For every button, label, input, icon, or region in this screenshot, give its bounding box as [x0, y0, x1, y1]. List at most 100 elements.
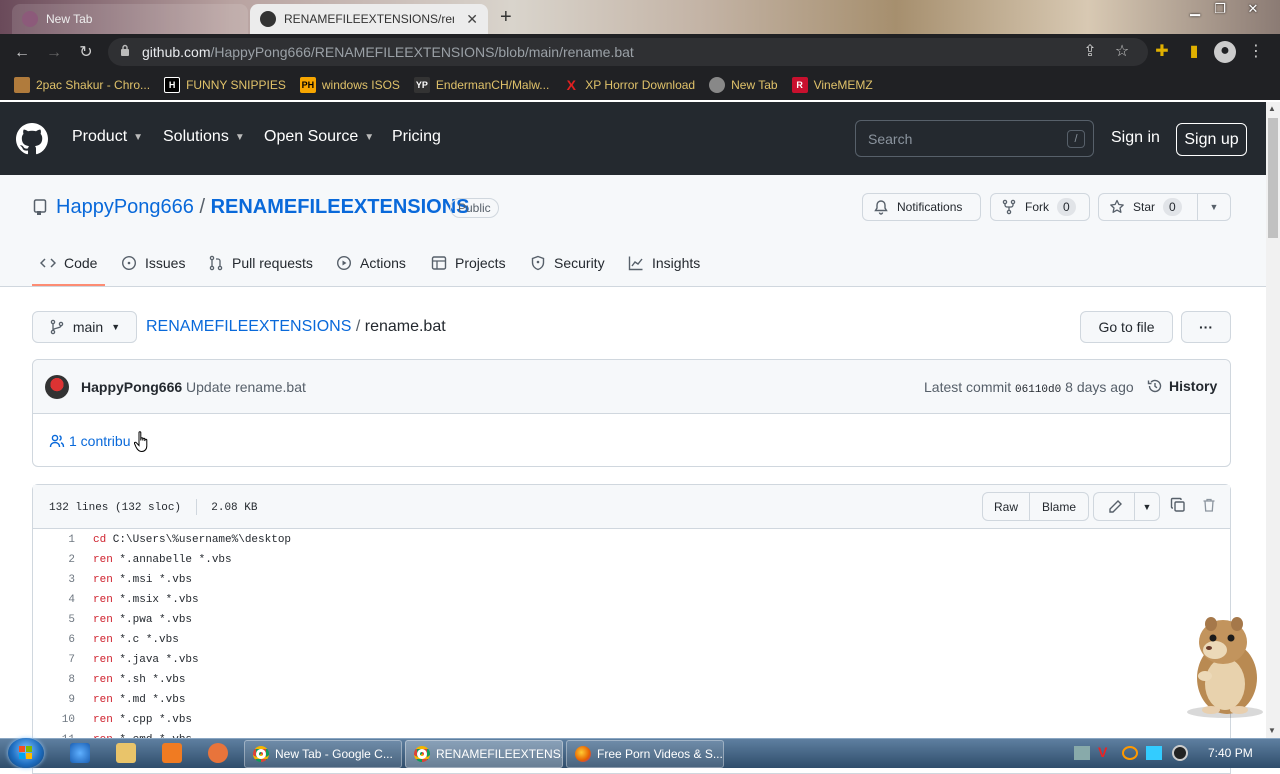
nav-open-source[interactable]: Open Source ▼	[264, 128, 374, 146]
bookmark-star-icon[interactable]: ☆	[1112, 42, 1132, 62]
tray-volume-icon[interactable]	[1172, 745, 1188, 761]
copy-icon[interactable]	[1170, 497, 1186, 513]
window-close-icon[interactable]: ✕	[1238, 0, 1268, 20]
browser-tab-newtab[interactable]: New Tab	[12, 4, 248, 34]
folder-icon[interactable]	[116, 743, 136, 763]
tray-search-icon[interactable]	[1122, 746, 1138, 760]
browser-tab-active[interactable]: RENAMEFILEEXTENSIONS/renam ✕	[250, 4, 488, 34]
edit-dropdown-button[interactable]: ▼	[1134, 492, 1160, 521]
browser-menu-icon[interactable]: ⋮	[1246, 42, 1266, 62]
sign-in-link[interactable]: Sign in	[1111, 129, 1160, 147]
app-shortcut-icon[interactable]	[208, 743, 228, 763]
bookmark-label: 2pac Shakur - Chro...	[36, 78, 151, 92]
maximize-icon[interactable]: ❐	[1205, 0, 1235, 20]
tab-code[interactable]: Code	[40, 255, 97, 271]
star-button[interactable]: Star 0	[1098, 193, 1198, 221]
taskbar-window-chrome-newtab[interactable]: New Tab - Google C...	[244, 740, 402, 768]
media-player-icon[interactable]	[162, 743, 182, 763]
bookmark-item[interactable]: H FUNNY SNIPPIES	[164, 77, 286, 93]
bookmark-item[interactable]: PH windows ISOS	[299, 77, 400, 93]
commit-message-link[interactable]: Update rename.bat	[186, 379, 306, 395]
nav-product[interactable]: Product ▼	[72, 128, 143, 146]
bookmark-item[interactable]: New Tab	[709, 77, 778, 93]
star-dropdown-button[interactable]: ▼	[1197, 193, 1231, 221]
breadcrumb-repo-link[interactable]: RENAMEFILEEXTENSIONS	[146, 318, 351, 335]
github-logo-icon[interactable]	[16, 123, 48, 155]
fork-button[interactable]: Fork 0	[990, 193, 1090, 221]
back-arrow-icon[interactable]: ←	[12, 43, 32, 63]
address-bar[interactable]: github.com/HappyPong666/RENAMEFILEEXTENS…	[108, 38, 1148, 66]
tray-display-icon[interactable]	[1146, 746, 1162, 760]
taskbar-clock[interactable]: 7:40 PM	[1208, 746, 1253, 760]
tab-issues[interactable]: Issues	[121, 255, 185, 271]
taskbar-window-chrome-github[interactable]: RENAMEFILEEXTENS...	[405, 740, 563, 768]
fork-icon	[1002, 199, 1016, 215]
line-number[interactable]: 1	[33, 530, 75, 550]
profile-avatar-icon[interactable]: ●	[1214, 41, 1236, 63]
line-number[interactable]: 10	[33, 710, 75, 730]
share-icon[interactable]: ⇪	[1080, 42, 1100, 62]
go-to-file-button[interactable]: Go to file	[1080, 311, 1173, 343]
line-number[interactable]: 4	[33, 590, 75, 610]
search-input[interactable]: Search /	[855, 120, 1094, 157]
repo-name-link[interactable]: RENAMEFILEEXTENSIONS	[211, 196, 470, 218]
tab-insights[interactable]: Insights	[628, 255, 700, 271]
side-panel-icon[interactable]: ▮	[1184, 42, 1204, 62]
repo-owner-link[interactable]: HappyPong666	[56, 196, 194, 218]
bookmark-label: windows ISOS	[321, 78, 400, 92]
scroll-down-icon[interactable]: ▼	[1268, 726, 1276, 735]
bookmark-item[interactable]: X XP Horror Download	[563, 77, 696, 93]
tab-actions[interactable]: Actions	[336, 255, 406, 271]
nav-label: Open Source	[264, 128, 359, 145]
url-path: /HappyPong666/RENAMEFILEEXTENSIONS/blob/…	[210, 44, 634, 60]
new-tab-icon[interactable]: +	[500, 6, 512, 29]
bookmark-item[interactable]: YP EndermanCH/Malw...	[413, 77, 550, 93]
bookmark-label: EndermanCH/Malw...	[435, 78, 550, 92]
tab-label: Issues	[145, 255, 186, 271]
line-number[interactable]: 2	[33, 550, 75, 570]
tray-network-icon[interactable]	[1074, 746, 1090, 760]
trash-icon[interactable]	[1201, 497, 1217, 513]
line-number[interactable]: 9	[33, 690, 75, 710]
taskbar-window-firefox[interactable]: Free Porn Videos & S...	[566, 740, 724, 768]
nav-pricing[interactable]: Pricing	[392, 128, 441, 146]
bookmark-item[interactable]: 2pac Shakur - Chro...	[14, 77, 150, 93]
bell-icon	[874, 200, 888, 215]
branch-select-button[interactable]: main ▼	[32, 311, 137, 343]
code-text: *.java *.vbs	[112, 654, 199, 666]
edit-button[interactable]	[1093, 492, 1135, 521]
history-link[interactable]: History	[1147, 378, 1217, 394]
close-tab-icon[interactable]: ✕	[466, 11, 478, 28]
reload-icon[interactable]: ↻	[76, 43, 96, 63]
scrollbar-thumb[interactable]	[1268, 118, 1278, 238]
internet-explorer-icon[interactable]	[70, 743, 90, 763]
stats-divider	[195, 499, 197, 515]
bookmark-item[interactable]: R VineMEMZ	[791, 77, 873, 93]
line-number[interactable]: 3	[33, 570, 75, 590]
more-options-button[interactable]: ···	[1181, 311, 1231, 343]
line-number[interactable]: 7	[33, 650, 75, 670]
commit-author-link[interactable]: HappyPong666	[81, 379, 182, 395]
scroll-up-icon[interactable]: ▲	[1268, 104, 1276, 113]
contributors-link[interactable]: 1 contribu	[49, 433, 130, 449]
tab-security[interactable]: Security	[530, 255, 605, 271]
line-number[interactable]: 6	[33, 630, 75, 650]
start-button[interactable]	[8, 738, 44, 768]
line-source: ren *.msi *.vbs	[93, 570, 192, 590]
forward-arrow-icon[interactable]: →	[44, 43, 64, 63]
code-keyword: ren	[93, 614, 113, 626]
extensions-icon[interactable]: ✚	[1152, 42, 1172, 62]
line-number[interactable]: 5	[33, 610, 75, 630]
tray-antivirus-icon[interactable]: V	[1098, 744, 1107, 760]
nav-solutions[interactable]: Solutions ▼	[163, 128, 245, 146]
sign-up-button[interactable]: Sign up	[1176, 123, 1247, 156]
line-source: ren *.pwa *.vbs	[93, 610, 192, 630]
notifications-button[interactable]: Notifications	[862, 193, 981, 221]
tab-projects[interactable]: Projects	[431, 255, 506, 271]
line-number[interactable]: 8	[33, 670, 75, 690]
blame-button[interactable]: Blame	[1029, 492, 1089, 521]
avatar[interactable]	[45, 375, 69, 399]
commit-sha-link[interactable]: 06110d0	[1015, 384, 1061, 396]
tab-pull-requests[interactable]: Pull requests	[208, 255, 313, 271]
raw-button[interactable]: Raw	[982, 492, 1030, 521]
